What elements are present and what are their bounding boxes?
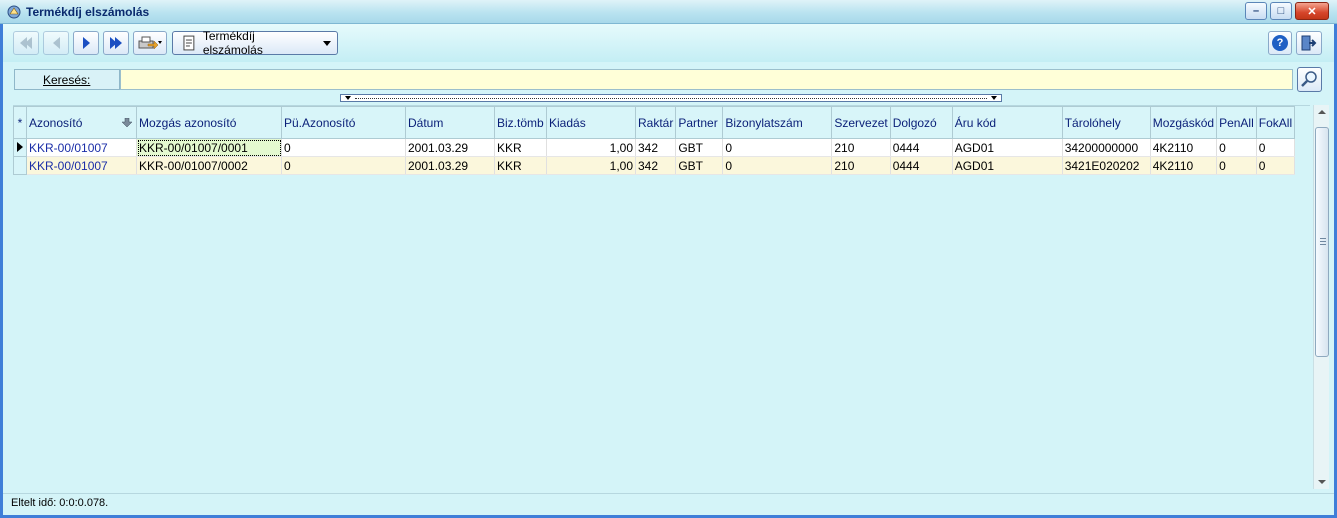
sort-descending-icon (122, 117, 132, 127)
scroll-down-icon[interactable] (1318, 480, 1326, 484)
cell-mozgaskod[interactable]: 4K2110 (1150, 156, 1218, 175)
cell-partner[interactable]: GBT (675, 156, 724, 175)
first-record-button[interactable] (13, 31, 39, 55)
current-row-indicator (13, 138, 27, 157)
cell-azonosito[interactable]: KKR-00/01007 (26, 138, 137, 157)
cell-raktar[interactable]: 342 (635, 138, 677, 157)
grid-header-row: * Azonosító Mozgás azonosító Pü.Azonosít… (13, 106, 1296, 139)
exit-button[interactable] (1296, 31, 1322, 55)
report-dropdown[interactable]: Termékdíj elszámolás (172, 29, 338, 57)
help-icon: ? (1272, 35, 1288, 51)
cell-aru-kod[interactable]: AGD01 (952, 156, 1063, 175)
last-record-icon (110, 37, 122, 49)
search-button[interactable] (1297, 67, 1322, 92)
vertical-scrollbar[interactable] (1313, 105, 1329, 489)
cell-tarolohely[interactable]: 34200000000 (1062, 138, 1151, 157)
last-record-button[interactable] (103, 31, 129, 55)
column-header-mozgas-azonosito[interactable]: Mozgás azonosító (136, 106, 282, 139)
cell-mozgas-azonosito[interactable]: KKR-00/01007/0002 (136, 156, 282, 175)
current-row-arrow-icon (17, 141, 23, 152)
help-button[interactable]: ? (1268, 31, 1292, 55)
table-row[interactable]: KKR-00/01007 KKR-00/01007/0002 0 2001.03… (13, 156, 1296, 175)
cell-mozgas-azonosito[interactable]: KKR-00/01007/0001 (136, 138, 282, 157)
column-header-partner[interactable]: Partner (675, 106, 724, 139)
cell-pu-azonosito[interactable]: 0 (281, 156, 406, 175)
exit-icon (1301, 35, 1317, 51)
status-divider (3, 493, 1334, 494)
app-icon (7, 5, 21, 19)
next-record-icon (82, 37, 90, 49)
column-header-azonosito[interactable]: Azonosító (26, 106, 137, 139)
group-by-panel[interactable] (340, 94, 1002, 102)
title-bar[interactable]: Termékdíj elszámolás – □ ✕ (0, 0, 1337, 24)
cell-datum[interactable]: 2001.03.29 (405, 138, 495, 157)
column-header-indicator[interactable]: * (13, 106, 27, 139)
previous-record-icon (52, 37, 60, 49)
column-header-dolgozo[interactable]: Dolgozó (889, 106, 953, 139)
cell-penall[interactable]: 0 (1216, 138, 1257, 157)
column-header-pu-azonosito[interactable]: Pü.Azonosító (281, 106, 406, 139)
status-text: Eltelt idő: 0:0:0.078. (11, 497, 109, 509)
main-window: Termékdíj elszámolás – □ ✕ Termékdíj els… (0, 0, 1337, 518)
cell-biz-tomb[interactable]: KKR (494, 156, 547, 175)
column-header-fokall[interactable]: FokAll (1255, 106, 1296, 139)
column-header-raktar[interactable]: Raktár (634, 106, 677, 139)
scroll-up-icon[interactable] (1318, 110, 1326, 114)
cell-kiadas[interactable]: 1,00 (546, 156, 636, 175)
cell-biz-tomb[interactable]: KKR (494, 138, 547, 157)
cell-penall[interactable]: 0 (1216, 156, 1257, 175)
column-header-aru-kod[interactable]: Áru kód (951, 106, 1063, 139)
row-indicator (13, 156, 27, 175)
report-icon (183, 35, 195, 51)
cell-kiadas[interactable]: 1,00 (546, 138, 636, 157)
cell-mozgaskod[interactable]: 4K2110 (1150, 138, 1218, 157)
column-header-kiadas[interactable]: Kiadás (546, 106, 636, 139)
report-dropdown-label: Termékdíj elszámolás (202, 29, 263, 57)
column-header-szervezet[interactable]: Szervezet (831, 106, 891, 139)
search-icon (1301, 71, 1317, 87)
column-header-mozgaskod[interactable]: Mozgáskód (1149, 106, 1218, 139)
maximize-button[interactable]: □ (1270, 2, 1292, 20)
print-menu-icon (138, 36, 162, 50)
cell-tarolohely[interactable]: 3421E020202 (1062, 156, 1151, 175)
column-header-label: Azonosító (29, 115, 83, 130)
data-grid[interactable]: * Azonosító Mozgás azonosító Pü.Azonosít… (13, 105, 1310, 494)
cell-fokall[interactable]: 0 (1256, 138, 1296, 157)
previous-record-button[interactable] (43, 31, 69, 55)
cell-szervezet[interactable]: 210 (831, 138, 891, 157)
expand-left-icon (345, 96, 351, 100)
cell-raktar[interactable]: 342 (635, 156, 677, 175)
cell-fokall[interactable]: 0 (1256, 156, 1296, 175)
cell-aru-kod[interactable]: AGD01 (952, 138, 1063, 157)
cell-dolgozo[interactable]: 0444 (890, 138, 953, 157)
table-row[interactable]: KKR-00/01007 KKR-00/01007/0001 0 2001.03… (13, 138, 1296, 157)
search-input[interactable] (120, 69, 1293, 90)
cell-bizonylatszam[interactable]: 0 (722, 138, 833, 157)
column-header-tarolohely[interactable]: Tárolóhely (1061, 106, 1151, 139)
window-title: Termékdíj elszámolás (26, 5, 150, 19)
search-label: Keresés: (14, 69, 120, 90)
chevron-down-icon (323, 40, 331, 46)
cell-bizonylatszam[interactable]: 0 (722, 156, 833, 175)
minimize-button[interactable]: – (1245, 2, 1267, 20)
expand-right-icon (991, 96, 997, 100)
column-header-bizonylatszam[interactable]: Bizonylatszám (722, 106, 833, 139)
column-header-datum[interactable]: Dátum (405, 106, 495, 139)
cell-szervezet[interactable]: 210 (831, 156, 891, 175)
cell-datum[interactable]: 2001.03.29 (405, 156, 495, 175)
cell-pu-azonosito[interactable]: 0 (281, 138, 406, 157)
cell-azonosito[interactable]: KKR-00/01007 (26, 156, 137, 175)
first-record-icon (20, 37, 32, 49)
next-record-button[interactable] (73, 31, 99, 55)
print-menu-button[interactable] (133, 31, 167, 55)
cell-partner[interactable]: GBT (675, 138, 724, 157)
close-button[interactable]: ✕ (1295, 2, 1329, 20)
column-header-penall[interactable]: PenAll (1216, 106, 1257, 139)
cell-dolgozo[interactable]: 0444 (890, 156, 953, 175)
column-header-biz-tomb[interactable]: Biz.tömb (494, 106, 547, 139)
scrollbar-thumb[interactable] (1315, 127, 1329, 357)
